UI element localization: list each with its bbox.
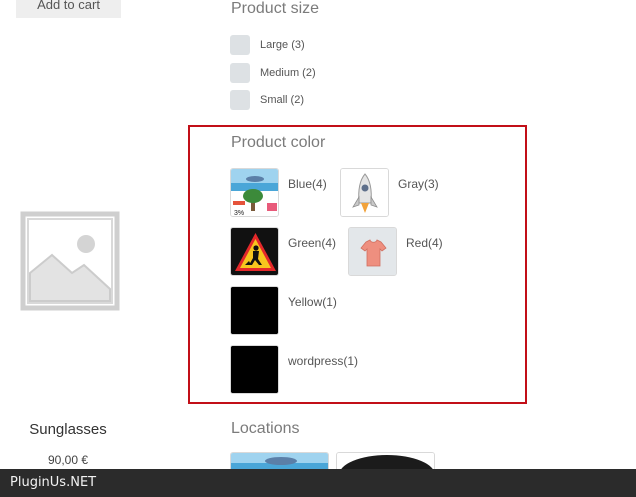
product-title[interactable]: Sunglasses [0, 421, 136, 438]
product-image-placeholder[interactable] [20, 211, 120, 311]
product-price: 90,00 € [47, 453, 89, 467]
color-swatch-gray[interactable] [340, 168, 389, 217]
color-swatch-wordpress[interactable] [230, 345, 279, 394]
size-label: Small (2) [260, 94, 305, 106]
beach-scene-icon: 3% [231, 169, 278, 217]
footer-brand: PluginUs.NET [10, 475, 97, 490]
image-placeholder-icon [20, 211, 120, 311]
footer-bar: PluginUs.NET [0, 469, 636, 497]
size-checkbox[interactable] [230, 90, 250, 110]
color-swatch-blue[interactable]: 3% [230, 168, 279, 217]
product-size-heading: Product size [231, 0, 320, 17]
locations-heading: Locations [231, 420, 300, 437]
road-work-sign-icon [231, 228, 278, 275]
size-label: Large (3) [260, 39, 305, 51]
size-checkbox[interactable] [230, 35, 250, 55]
black-thumbnail-icon [231, 346, 278, 393]
size-label: Medium (2) [260, 67, 316, 79]
add-to-cart-button[interactable]: Add to cart [16, 0, 121, 18]
size-checkbox[interactable] [230, 63, 250, 83]
color-swatch-red[interactable] [348, 227, 397, 276]
color-label-blue[interactable]: Blue(4) [288, 177, 327, 191]
color-label-red[interactable]: Red(4) [406, 236, 443, 250]
size-option-small[interactable]: Small (2) [230, 90, 304, 110]
svg-text:3%: 3% [234, 210, 244, 217]
color-label-yellow[interactable]: Yellow(1) [288, 295, 337, 309]
color-label-wordpress[interactable]: wordpress(1) [288, 354, 358, 368]
size-option-large[interactable]: Large (3) [230, 35, 305, 55]
tshirt-icon [349, 228, 396, 275]
color-label-gray[interactable]: Gray(3) [398, 177, 439, 191]
size-option-medium[interactable]: Medium (2) [230, 63, 316, 83]
color-swatch-yellow[interactable] [230, 286, 279, 335]
rocket-icon [341, 169, 388, 216]
color-label-green[interactable]: Green(4) [288, 236, 336, 250]
black-thumbnail-icon [231, 287, 278, 334]
color-swatch-green[interactable] [230, 227, 279, 276]
product-color-heading: Product color [231, 134, 326, 151]
